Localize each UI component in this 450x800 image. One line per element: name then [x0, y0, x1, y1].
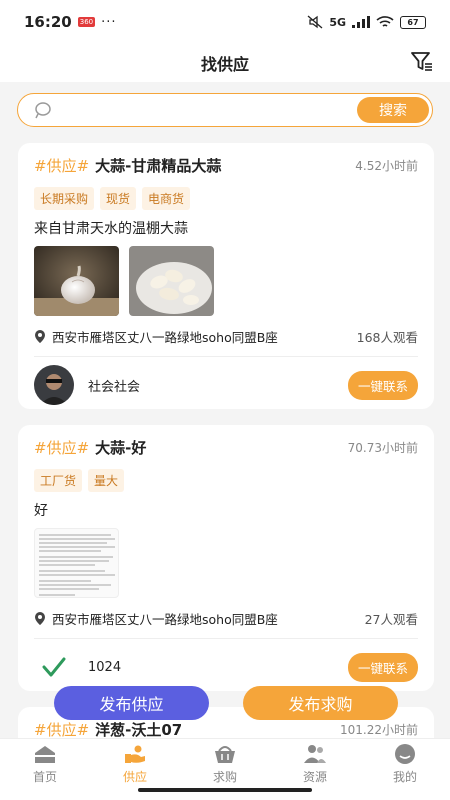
- document-image[interactable]: [34, 528, 119, 598]
- listing-location: 西安市雁塔区丈八一路绿地soho同盟B座: [52, 329, 278, 345]
- listing-title: 大蒜-甘肃精品大蒜: [95, 156, 222, 175]
- tab-profile[interactable]: 我的: [360, 739, 450, 800]
- network-type: 5G: [329, 15, 346, 29]
- listing-type-tag: #供应#: [34, 720, 90, 739]
- status-bar: 16:20 360 ··· 5G 67: [0, 0, 450, 44]
- garlic-bulb-image[interactable]: [34, 246, 119, 316]
- listing-label: 电商货: [142, 187, 191, 210]
- status-app-badge: 360: [77, 17, 96, 27]
- nav-bar: 找供应: [0, 44, 450, 82]
- search-bar: 搜索: [17, 93, 433, 127]
- username: 社会社会: [88, 379, 141, 395]
- listing-type-tag: #供应#: [34, 156, 90, 175]
- profile-icon: [395, 744, 415, 764]
- publish-demand-button[interactable]: 发布求购: [243, 686, 398, 720]
- listing-title: 洋葱-沃土07: [95, 720, 183, 739]
- listing-views: 27人观看: [364, 611, 418, 627]
- mute-icon: [307, 15, 323, 29]
- listing-time: 4.52小时前: [355, 158, 418, 173]
- search-button[interactable]: 搜索: [357, 97, 429, 123]
- listing-card[interactable]: #供应# 大蒜-好 70.73小时前 工厂货 量大 好 西安市雁塔区丈八一路绿地…: [18, 425, 434, 691]
- avatar[interactable]: [34, 647, 74, 687]
- tab-label: 资源: [302, 770, 327, 784]
- garlic-cloves-image[interactable]: [129, 246, 214, 316]
- location-pin-icon: [35, 612, 45, 625]
- listing-time: 70.73小时前: [347, 440, 418, 455]
- listing-label: 工厂货: [34, 469, 83, 492]
- status-more-dots: ···: [101, 14, 117, 30]
- tab-label: 供应: [122, 770, 147, 784]
- people-icon: [304, 745, 326, 763]
- listing-label: 现货: [100, 187, 137, 210]
- wifi-icon: [376, 16, 394, 27]
- supply-icon: [125, 745, 145, 763]
- signal-icon: [352, 16, 370, 28]
- tab-label: 首页: [32, 770, 57, 784]
- status-icons: 5G 67: [307, 15, 426, 29]
- listing-title: 大蒜-好: [95, 438, 147, 457]
- listing-views: 168人观看: [356, 329, 418, 345]
- listing-label: 长期采购: [34, 187, 95, 210]
- listing-label: 量大: [88, 469, 125, 492]
- status-time: 16:20: [24, 13, 72, 31]
- tab-home[interactable]: 首页: [0, 739, 90, 800]
- filter-icon[interactable]: [410, 50, 434, 74]
- location-pin-icon: [35, 330, 45, 343]
- tab-label: 求购: [212, 770, 237, 784]
- battery-icon: 67: [400, 15, 426, 29]
- listing-card[interactable]: #供应# 大蒜-甘肃精品大蒜 4.52小时前 长期采购 现货 电商货 来自甘肃天…: [18, 143, 434, 409]
- tab-label: 我的: [392, 770, 417, 784]
- page-title: 找供应: [200, 55, 249, 74]
- listing-time: 101.22小时前: [340, 722, 418, 737]
- listing-type-tag: #供应#: [34, 438, 90, 457]
- search-icon: [35, 102, 51, 119]
- contact-button[interactable]: 一键联系: [347, 370, 418, 400]
- listing-description: 来自甘肃天水的温棚大蒜: [34, 221, 188, 237]
- avatar[interactable]: [34, 365, 74, 405]
- listing-location: 西安市雁塔区丈八一路绿地soho同盟B座: [52, 611, 278, 627]
- home-icon: [35, 746, 55, 763]
- publish-supply-button[interactable]: 发布供应: [54, 686, 209, 720]
- username: 1024: [88, 659, 122, 675]
- search-input[interactable]: [54, 102, 357, 118]
- listing-description: 好: [34, 503, 48, 519]
- basket-icon: [215, 746, 235, 763]
- contact-button[interactable]: 一键联系: [347, 652, 418, 682]
- home-indicator: [138, 788, 312, 792]
